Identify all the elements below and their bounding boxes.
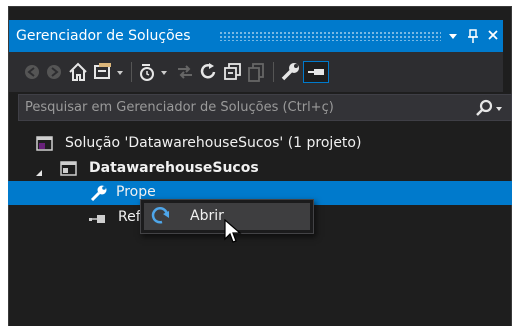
expanded-triangle-icon[interactable] xyxy=(35,165,43,181)
pending-changes-icon[interactable] xyxy=(137,61,171,83)
show-all-files-icon[interactable] xyxy=(247,61,267,83)
open-menu-label: Abrir xyxy=(190,208,224,224)
sync-icon[interactable] xyxy=(175,61,195,83)
panel-title: Gerenciador de Soluções xyxy=(16,28,191,44)
redo-arrow-icon xyxy=(150,207,172,229)
chevron-down-icon[interactable] xyxy=(443,24,463,48)
forward-icon[interactable] xyxy=(45,61,63,83)
back-icon[interactable] xyxy=(23,61,41,83)
preview-icon[interactable] xyxy=(303,61,329,83)
properties-label: Properties xyxy=(116,184,156,200)
refresh-icon[interactable] xyxy=(199,61,219,83)
toolbar-separator xyxy=(273,62,274,82)
search-icon[interactable] xyxy=(475,99,505,121)
home-icon[interactable] xyxy=(67,61,89,83)
close-icon[interactable] xyxy=(483,24,503,48)
panel-title-bar[interactable]: Gerenciador de Soluções xyxy=(9,20,503,52)
project-icon xyxy=(60,161,78,181)
tree-item-solution[interactable]: Solução 'DatawarehouseSucos' (1 projeto) xyxy=(8,132,512,156)
mouse-pointer-icon xyxy=(224,218,242,249)
properties-icon[interactable] xyxy=(279,61,301,83)
references-icon xyxy=(89,212,109,228)
tree-item-project[interactable]: DatawarehouseSucos xyxy=(8,157,512,181)
toolbar-separator xyxy=(131,62,132,82)
solution-explorer-toolbar xyxy=(9,52,503,92)
wrench-icon xyxy=(90,185,108,205)
search-input[interactable] xyxy=(19,95,469,120)
title-bar-grip xyxy=(219,31,441,41)
collapse-all-icon[interactable] xyxy=(223,61,243,83)
pin-icon[interactable] xyxy=(463,24,483,48)
project-label: DatawarehouseSucos xyxy=(89,160,259,176)
solution-label: Solução 'DatawarehouseSucos' (1 projeto) xyxy=(65,135,362,151)
switch-views-icon[interactable] xyxy=(93,61,127,83)
solution-icon xyxy=(36,136,54,156)
search-box xyxy=(18,94,512,121)
references-label: Referências xyxy=(118,209,140,225)
